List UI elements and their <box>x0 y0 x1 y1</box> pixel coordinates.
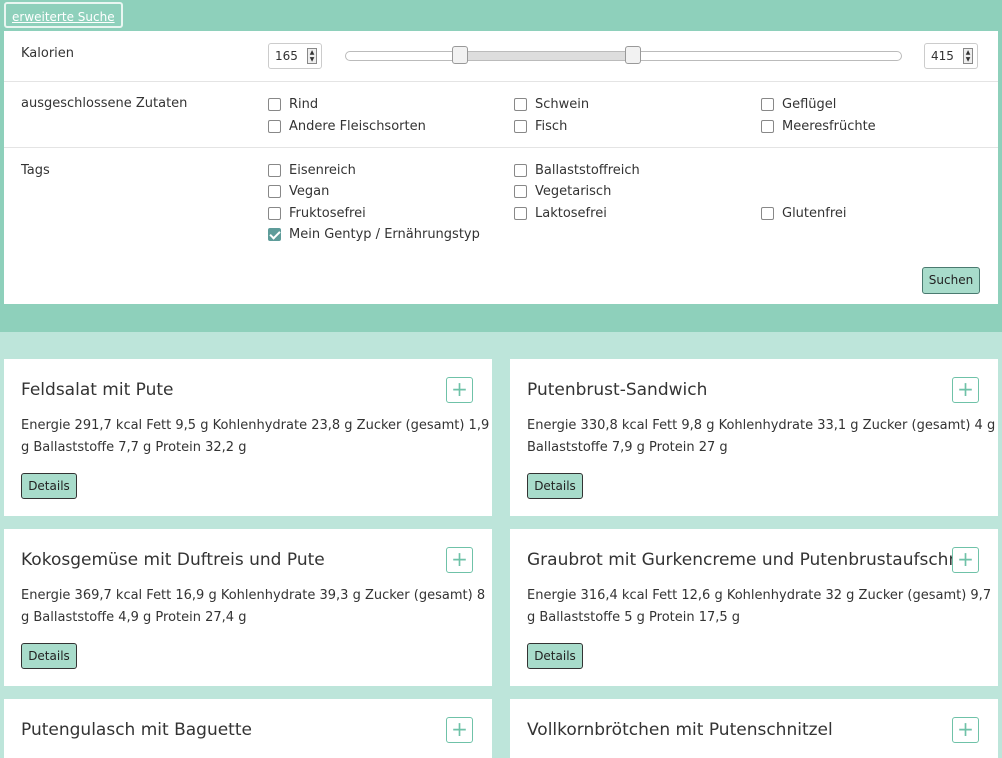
details-button[interactable]: Details <box>527 643 583 669</box>
checkbox-box-checked[interactable] <box>268 228 281 241</box>
checkbox-label: Andere Fleischsorten <box>289 119 426 134</box>
excluded-ingredients-row: ausgeschlossene Zutaten Rind Schwein Gef… <box>4 82 998 148</box>
recipe-title: Putengulasch mit Baguette <box>21 720 252 740</box>
checkbox-box[interactable] <box>268 120 281 133</box>
recipe-nutrition: Energie 291,7 kcal Fett 9,5 g Kohlenhydr… <box>21 418 490 455</box>
checkbox-box[interactable] <box>514 185 527 198</box>
checkbox-label: Schwein <box>535 97 590 112</box>
recipe-card: Graubrot mit Gurkencreme und Putenbrusta… <box>510 529 998 686</box>
recipe-card: Feldsalat mit Pute + Energie 291,7 kcal … <box>4 359 492 516</box>
exclude-other-meat-checkbox[interactable]: Andere Fleischsorten <box>268 119 426 134</box>
exclude-fisch-checkbox[interactable]: Fisch <box>514 119 567 134</box>
checkbox-label: Fruktosefrei <box>289 206 366 221</box>
checkbox-box[interactable] <box>268 98 281 111</box>
exclude-seafood-checkbox[interactable]: Meeresfrüchte <box>761 119 876 134</box>
tag-eisenreich-checkbox[interactable]: Eisenreich <box>268 163 356 178</box>
checkbox-label: Glutenfrei <box>782 206 847 221</box>
calories-label: Kalorien <box>21 46 75 61</box>
recipe-nutrition: Energie 369,7 kcal Fett 16,9 g Kohlenhyd… <box>21 588 486 625</box>
checkbox-label: Meeresfrüchte <box>782 119 876 134</box>
search-button[interactable]: Suchen <box>922 267 980 294</box>
checkbox-box[interactable] <box>761 98 774 111</box>
recipe-title: Graubrot mit Gurkencreme und Putenbrusta… <box>527 550 978 570</box>
tags-label: Tags <box>21 163 50 178</box>
recipe-card: Vollkornbrötchen mit Putenschnitzel + <box>510 699 998 758</box>
checkbox-label: Laktosefrei <box>535 206 607 221</box>
exclude-gefluegel-checkbox[interactable]: Geflügel <box>761 97 836 112</box>
add-recipe-button[interactable]: + <box>446 547 473 573</box>
tag-fruktosefrei-checkbox[interactable]: Fruktosefrei <box>268 206 366 221</box>
checkbox-box[interactable] <box>761 120 774 133</box>
calories-slider-min-handle[interactable] <box>452 46 468 64</box>
tag-glutenfrei-checkbox[interactable]: Glutenfrei <box>761 206 847 221</box>
calories-max-value: 415 <box>931 49 954 63</box>
add-recipe-button[interactable]: + <box>446 717 473 743</box>
checkbox-label: Ballaststoffreich <box>535 163 640 178</box>
add-recipe-button[interactable]: + <box>446 377 473 403</box>
calories-min-value: 165 <box>275 49 298 63</box>
checkbox-label: Vegetarisch <box>535 184 612 199</box>
checkbox-box[interactable] <box>514 164 527 177</box>
checkbox-label: Geflügel <box>782 97 837 112</box>
recipe-card: Putengulasch mit Baguette + <box>4 699 492 758</box>
recipe-card: Kokosgemüse mit Duftreis und Pute + Ener… <box>4 529 492 686</box>
checkbox-box[interactable] <box>514 120 527 133</box>
checkbox-label: Fisch <box>535 119 568 134</box>
recipe-title: Putenbrust-Sandwich <box>527 380 708 400</box>
checkbox-label: Mein Gentyp / Ernährungstyp <box>289 227 480 242</box>
tag-vegetarisch-checkbox[interactable]: Vegetarisch <box>514 184 611 199</box>
calories-slider-max-handle[interactable] <box>625 46 641 64</box>
exclude-rind-checkbox[interactable]: Rind <box>268 97 318 112</box>
calories-max-spinner-icon[interactable]: ▲ ▼ <box>963 48 973 64</box>
add-recipe-button[interactable]: + <box>952 377 979 403</box>
recipe-title: Kokosgemüse mit Duftreis und Pute <box>21 550 325 570</box>
calories-min-spinner-icon[interactable]: ▲ ▼ <box>307 48 317 64</box>
checkbox-label: Eisenreich <box>289 163 356 178</box>
search-header: erweiterte Suche Kalorien 165 ▲ ▼ 415 ▲ ▼ … <box>0 0 1002 332</box>
checkbox-box[interactable] <box>268 207 281 220</box>
recipe-title: Feldsalat mit Pute <box>21 380 174 400</box>
calories-slider-range <box>459 52 633 60</box>
recipe-card: Putenbrust-Sandwich + Energie 330,8 kcal… <box>510 359 998 516</box>
checkbox-label: Vegan <box>289 184 330 199</box>
calories-row: Kalorien 165 ▲ ▼ 415 ▲ ▼ <box>4 31 998 82</box>
tag-laktosefrei-checkbox[interactable]: Laktosefrei <box>514 206 607 221</box>
checkbox-box[interactable] <box>268 185 281 198</box>
advanced-search-tab[interactable]: erweiterte Suche <box>4 2 123 28</box>
recipe-title: Vollkornbrötchen mit Putenschnitzel <box>527 720 833 740</box>
add-recipe-button[interactable]: + <box>952 547 979 573</box>
checkbox-box[interactable] <box>761 207 774 220</box>
exclude-schwein-checkbox[interactable]: Schwein <box>514 97 589 112</box>
excluded-ingredients-label: ausgeschlossene Zutaten <box>21 96 188 111</box>
details-button[interactable]: Details <box>21 643 77 669</box>
tags-row: Tags Eisenreich Ballaststoffreich Vegan … <box>4 148 998 304</box>
checkbox-label: Rind <box>289 97 319 112</box>
tag-ballaststoffreich-checkbox[interactable]: Ballaststoffreich <box>514 163 640 178</box>
checkbox-box[interactable] <box>268 164 281 177</box>
calories-max-input[interactable]: 415 ▲ ▼ <box>924 43 978 69</box>
recipe-nutrition: Energie 330,8 kcal Fett 9,8 g Kohlenhydr… <box>527 418 996 455</box>
advanced-search-panel: Kalorien 165 ▲ ▼ 415 ▲ ▼ ausgeschlossene Z… <box>4 31 998 304</box>
details-button[interactable]: Details <box>21 473 77 499</box>
checkbox-box[interactable] <box>514 98 527 111</box>
tag-gentyp-checkbox[interactable]: Mein Gentyp / Ernährungstyp <box>268 227 480 242</box>
tag-vegan-checkbox[interactable]: Vegan <box>268 184 329 199</box>
details-button[interactable]: Details <box>527 473 583 499</box>
recipe-nutrition: Energie 316,4 kcal Fett 12,6 g Kohlenhyd… <box>527 588 992 625</box>
checkbox-box[interactable] <box>514 207 527 220</box>
calories-min-input[interactable]: 165 ▲ ▼ <box>268 43 322 69</box>
add-recipe-button[interactable]: + <box>952 717 979 743</box>
